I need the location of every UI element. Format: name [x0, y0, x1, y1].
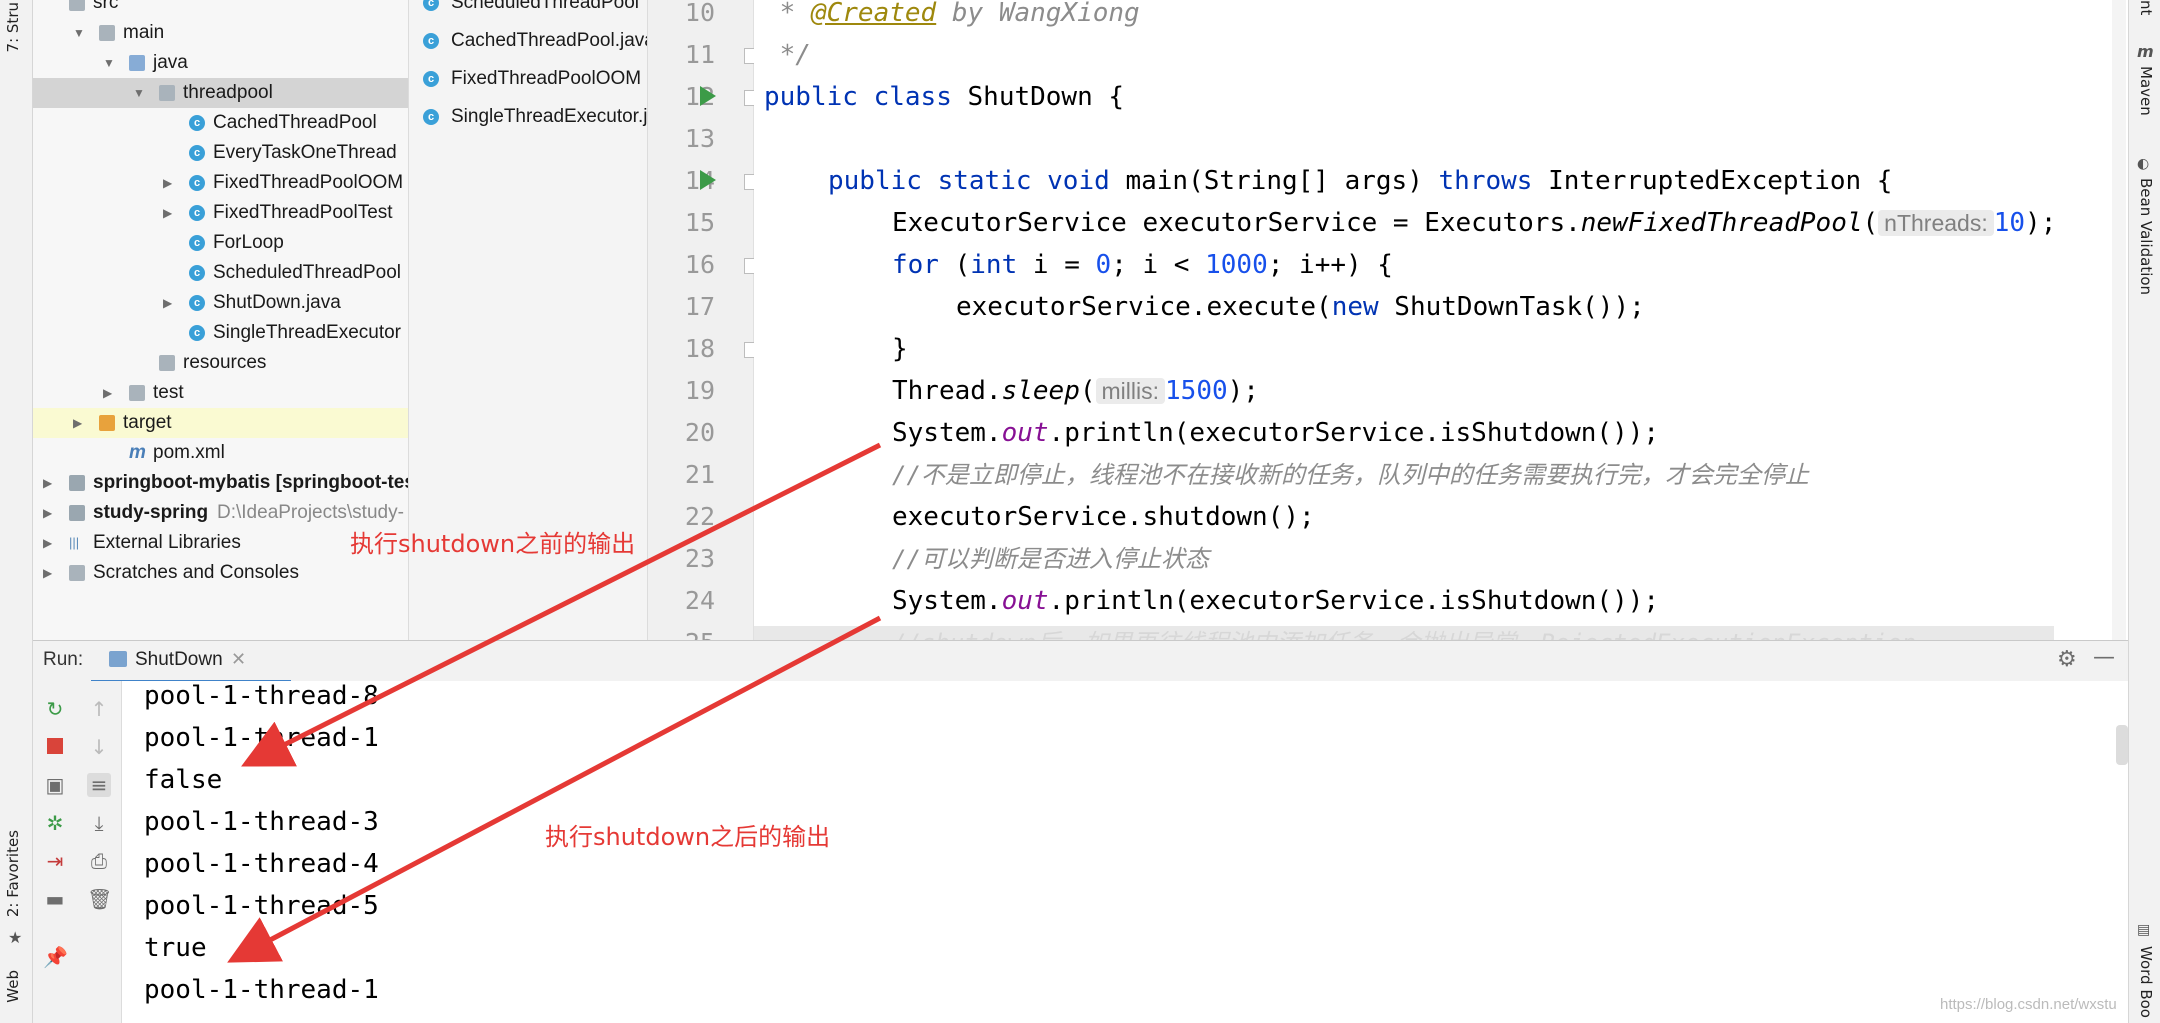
annotation-arrows	[227, 442, 882, 963]
watermark: https://blog.csdn.net/wxstu	[1940, 996, 2117, 1013]
arrow-to-true	[227, 615, 882, 963]
arrow-to-false	[241, 442, 882, 767]
